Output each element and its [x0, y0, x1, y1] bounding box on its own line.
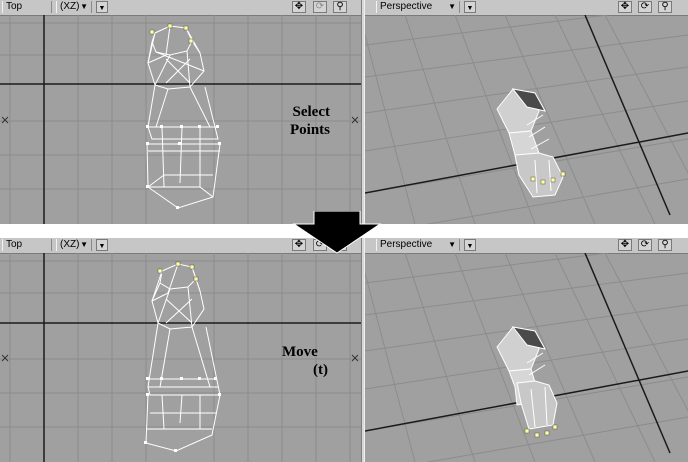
- step-caption: Select Points: [282, 103, 330, 139]
- step-caption: Move (t): [282, 343, 330, 379]
- rotate-view-button[interactable]: ⟳: [638, 239, 652, 251]
- view-type-dropdown[interactable]: Perspective ▼: [376, 1, 460, 13]
- step-2-panel: Top (XZ) ▼ ▼ ✥ ⟳ ⚲: [0, 238, 688, 462]
- zoom-view-button[interactable]: ⚲: [658, 1, 672, 13]
- viewport-options-button[interactable]: ▼: [96, 1, 108, 13]
- wireframe-model: [496, 326, 558, 430]
- down-arrow-icon: [292, 211, 382, 254]
- chevron-down-icon: ▼: [80, 2, 88, 11]
- top-viewport[interactable]: Top (XZ) ▼ ▼ ✥ ⟳ ⚲: [0, 238, 361, 462]
- viewport-header: Perspective ▼ ▼ ✥ ⟳ ⚲: [365, 238, 688, 254]
- axes-dropdown[interactable]: (XZ) ▼: [56, 239, 92, 251]
- viewport-header: Perspective ▼ ▼ ✥ ⟳ ⚲: [365, 0, 688, 16]
- zoom-view-button[interactable]: ⚲: [658, 239, 672, 251]
- rotate-view-button[interactable]: ⟳: [638, 1, 652, 13]
- chevron-down-icon: ▼: [448, 2, 456, 11]
- view-type-dropdown[interactable]: Top: [2, 1, 52, 13]
- caption-line-2: Points: [289, 122, 330, 138]
- selected-points: [157, 261, 199, 282]
- rotate-view-button[interactable]: ⟳: [313, 1, 327, 13]
- axes-dropdown[interactable]: (XZ) ▼: [56, 1, 92, 13]
- move-view-button[interactable]: ✥: [618, 1, 632, 13]
- perspective-viewport[interactable]: Perspective ▼ ▼ ✥ ⟳ ⚲: [365, 0, 688, 224]
- move-view-button[interactable]: ✥: [292, 1, 306, 13]
- viewport-header: Top (XZ) ▼ ▼ ✥ ⟳ ⚲: [0, 0, 361, 16]
- wireframe-model: [146, 25, 221, 209]
- vertices: [144, 377, 221, 452]
- top-viewport[interactable]: Top (XZ) ▼ ▼ ✥ ⟳ ⚲: [0, 0, 361, 224]
- chevron-down-icon: ▼: [80, 240, 88, 249]
- step-1-panel: Top (XZ) ▼ ▼ ✥ ⟳ ⚲ Select Points Perspec…: [0, 0, 688, 224]
- view-type-label: Perspective: [380, 1, 433, 12]
- move-arrows-icon: ✥: [620, 1, 630, 12]
- rotate-icon: ⟳: [640, 239, 650, 250]
- axes-label: (XZ): [60, 239, 80, 250]
- view-type-label: Perspective: [380, 239, 433, 250]
- chevron-down-icon: ▼: [466, 5, 474, 12]
- view-type-label: Top: [6, 239, 23, 250]
- zoom-view-button[interactable]: ⚲: [333, 1, 347, 13]
- chevron-down-icon: ▼: [98, 5, 106, 12]
- caption-line-1: Move: [282, 344, 318, 360]
- view-type-dropdown[interactable]: Perspective ▼: [376, 239, 460, 251]
- axes-label: (XZ): [60, 1, 80, 12]
- move-view-button[interactable]: ✥: [618, 239, 632, 251]
- chevron-down-icon: ▼: [448, 240, 456, 249]
- move-arrows-icon: ✥: [620, 239, 630, 250]
- viewport-options-button[interactable]: ▼: [96, 239, 108, 251]
- perspective-view-canvas[interactable]: [365, 253, 688, 462]
- viewport-options-button[interactable]: ▼: [464, 1, 476, 13]
- chevron-down-icon: ▼: [466, 243, 474, 250]
- perspective-viewport[interactable]: Perspective ▼ ▼ ✥ ⟳ ⚲: [365, 238, 688, 462]
- magnifier-icon: ⚲: [661, 239, 669, 250]
- caption-line-1: Select: [292, 104, 330, 120]
- rotate-icon: ⟳: [640, 1, 650, 12]
- magnifier-icon: ⚲: [336, 1, 344, 12]
- caption-line-2: (t): [313, 362, 328, 378]
- vertices: [146, 125, 221, 209]
- magnifier-icon: ⚲: [661, 1, 669, 12]
- chevron-down-icon: ▼: [98, 243, 106, 250]
- viewport-options-button[interactable]: ▼: [464, 239, 476, 251]
- view-type-dropdown[interactable]: Top: [2, 239, 52, 251]
- selected-points: [149, 23, 194, 44]
- perspective-view-canvas[interactable]: [365, 15, 688, 224]
- move-arrows-icon: ✥: [294, 1, 304, 12]
- wireframe-model: [145, 263, 221, 452]
- rotate-icon: ⟳: [315, 1, 325, 12]
- view-type-label: Top: [6, 1, 23, 12]
